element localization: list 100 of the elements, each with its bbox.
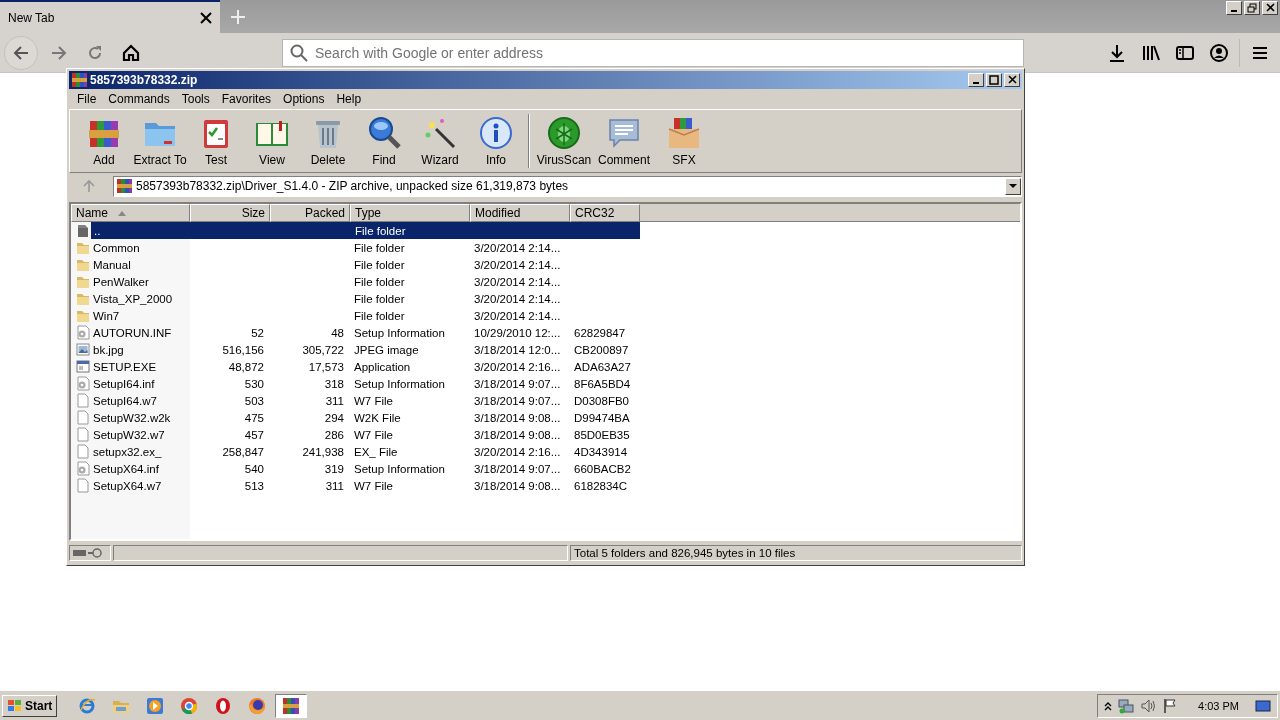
menu-item[interactable]: File bbox=[71, 91, 103, 106]
table-cell-text: 311 bbox=[324, 479, 345, 492]
file-name[interactable]: Win7 bbox=[90, 309, 189, 322]
toolbar-button[interactable]: Test bbox=[188, 112, 244, 170]
table-cell-text: ADA63A27 bbox=[573, 360, 632, 373]
table-cell-text: 294 bbox=[323, 411, 345, 424]
table-cell-text: 3/18/2014 9:07... bbox=[473, 394, 562, 407]
account-icon bbox=[1209, 42, 1229, 63]
column-header[interactable]: Packed bbox=[270, 204, 350, 222]
show-desktop-icon[interactable] bbox=[1255, 698, 1271, 713]
toolbar-button[interactable]: View bbox=[244, 112, 300, 170]
menu-item[interactable]: Tools bbox=[175, 91, 216, 106]
toolbar-button[interactable]: VirusScan bbox=[534, 112, 594, 170]
close-icon[interactable] bbox=[200, 11, 212, 24]
up-arrow-icon bbox=[82, 179, 96, 193]
file-name[interactable]: SETUP.EXE bbox=[90, 360, 189, 373]
table-cell-text: 530 bbox=[243, 377, 265, 390]
menu-item[interactable]: Favorites bbox=[215, 91, 278, 106]
image-file-icon bbox=[76, 342, 90, 357]
close-icon bbox=[1007, 75, 1017, 85]
table-cell-text: 318 bbox=[323, 377, 345, 390]
chevron-icon[interactable] bbox=[1104, 700, 1113, 711]
file-name[interactable]: setupx32.ex_ bbox=[90, 445, 189, 458]
browser-tab[interactable]: New Tab bbox=[0, 0, 220, 33]
table-cell-text: 3/20/2014 2:16... bbox=[473, 445, 562, 458]
close-button[interactable] bbox=[1004, 73, 1020, 87]
dropdown-button[interactable] bbox=[1005, 177, 1021, 195]
file-name[interactable]: SetupI64.inf bbox=[90, 377, 189, 390]
folder-up-icon bbox=[76, 223, 90, 238]
table-cell-text: D0308FB0 bbox=[573, 394, 630, 407]
network-icon[interactable] bbox=[1118, 697, 1135, 714]
table-cell-text: 3/20/2014 2:16... bbox=[473, 360, 562, 373]
table-cell-text: 660BACB2 bbox=[573, 462, 632, 475]
taskbar-button[interactable] bbox=[275, 693, 308, 718]
toolbar-button[interactable]: Info bbox=[468, 112, 524, 170]
column-header[interactable]: Name bbox=[71, 204, 190, 222]
toolbar-button[interactable]: Delete bbox=[300, 112, 356, 170]
column-header[interactable]: Size bbox=[190, 204, 270, 222]
toolbar-button[interactable]: Comment bbox=[594, 112, 654, 170]
path-field[interactable]: 5857393b78332.zip\Driver_S1.4.0 - ZIP archive, unpacked size 61,319,873 bytes bbox=[113, 175, 1022, 197]
table-cell-text: JPEG image bbox=[353, 343, 420, 356]
selected-row[interactable]: .. File folder bbox=[91, 222, 640, 239]
minimize-button[interactable] bbox=[968, 73, 984, 87]
toolbar-button[interactable]: Add bbox=[76, 112, 132, 170]
table-cell-text: 513 bbox=[243, 479, 265, 492]
table-cell-text: Application bbox=[353, 360, 412, 373]
play-icon bbox=[146, 696, 165, 715]
windows-logo-icon bbox=[7, 698, 23, 713]
gear-file-icon bbox=[76, 461, 90, 476]
file-name[interactable]: bk.jpg bbox=[90, 343, 189, 356]
menu-item[interactable]: Commands bbox=[102, 91, 176, 106]
menu-item[interactable]: Options bbox=[277, 91, 331, 106]
file-name[interactable]: Common bbox=[90, 241, 189, 254]
table-cell-text: 48,872 bbox=[227, 360, 265, 373]
back-button[interactable] bbox=[4, 35, 38, 70]
close-button[interactable] bbox=[1262, 1, 1278, 15]
table-cell-text: 3/18/2014 9:07... bbox=[473, 462, 562, 475]
address-field[interactable]: Search with Google or enter address bbox=[282, 38, 1024, 67]
table-cell-text: File folder bbox=[353, 309, 406, 322]
file-name[interactable]: AUTORUN.INF bbox=[90, 326, 189, 339]
table-cell-text: 3/18/2014 9:07... bbox=[473, 377, 562, 390]
file-name[interactable]: SetupX64.inf bbox=[90, 462, 189, 475]
table-cell-text: 85D0EB35 bbox=[573, 428, 631, 441]
toolbar-button[interactable]: Find bbox=[356, 112, 412, 170]
file-name[interactable]: SetupX64.w7 bbox=[90, 479, 189, 492]
maximize-button[interactable] bbox=[986, 73, 1002, 87]
file-name[interactable]: SetupI64.w7 bbox=[90, 394, 189, 407]
maximize-icon bbox=[989, 75, 999, 85]
speaker-icon[interactable] bbox=[1140, 697, 1157, 714]
menu-item[interactable]: Help bbox=[330, 91, 368, 106]
column-header[interactable]: CRC32 bbox=[570, 204, 640, 222]
file-name[interactable]: PenWalker bbox=[90, 275, 189, 288]
folder-icon bbox=[76, 257, 90, 272]
toolbar-button[interactable]: Extract To bbox=[132, 112, 188, 170]
table-cell-text: 3/18/2014 9:08... bbox=[473, 411, 562, 424]
column-header[interactable]: Type bbox=[350, 204, 470, 222]
flag-icon[interactable] bbox=[1162, 697, 1179, 714]
file-name[interactable]: Vista_XP_2000 bbox=[90, 292, 189, 305]
start-button[interactable]: Start bbox=[2, 694, 58, 717]
file-icon bbox=[76, 427, 90, 442]
file-name[interactable]: Manual bbox=[90, 258, 189, 271]
table-cell-text: 17,573 bbox=[307, 360, 345, 373]
file-icon bbox=[76, 393, 90, 408]
folder-icon bbox=[76, 240, 90, 255]
file-name[interactable]: SetupW32.w2k bbox=[90, 411, 189, 424]
minimize-icon bbox=[973, 82, 979, 84]
minimize-button[interactable] bbox=[1226, 1, 1242, 15]
window-title: 5857393b78332.zip bbox=[90, 73, 199, 87]
opera-icon bbox=[214, 696, 233, 715]
toolbar-button[interactable]: Wizard bbox=[412, 112, 468, 170]
column-header[interactable]: Modified bbox=[470, 204, 570, 222]
table-cell-text: 457 bbox=[243, 428, 265, 441]
table-cell-text: 540 bbox=[243, 462, 265, 475]
toolbar-button[interactable]: SFX bbox=[654, 112, 714, 170]
file-name[interactable]: SetupW32.w7 bbox=[90, 428, 189, 441]
table-cell-text: W7 File bbox=[353, 394, 394, 407]
caret-icon bbox=[1009, 183, 1017, 189]
restore-button[interactable] bbox=[1244, 1, 1260, 15]
table-cell-text: W7 File bbox=[353, 479, 394, 492]
table-cell-text: 319 bbox=[323, 462, 345, 475]
